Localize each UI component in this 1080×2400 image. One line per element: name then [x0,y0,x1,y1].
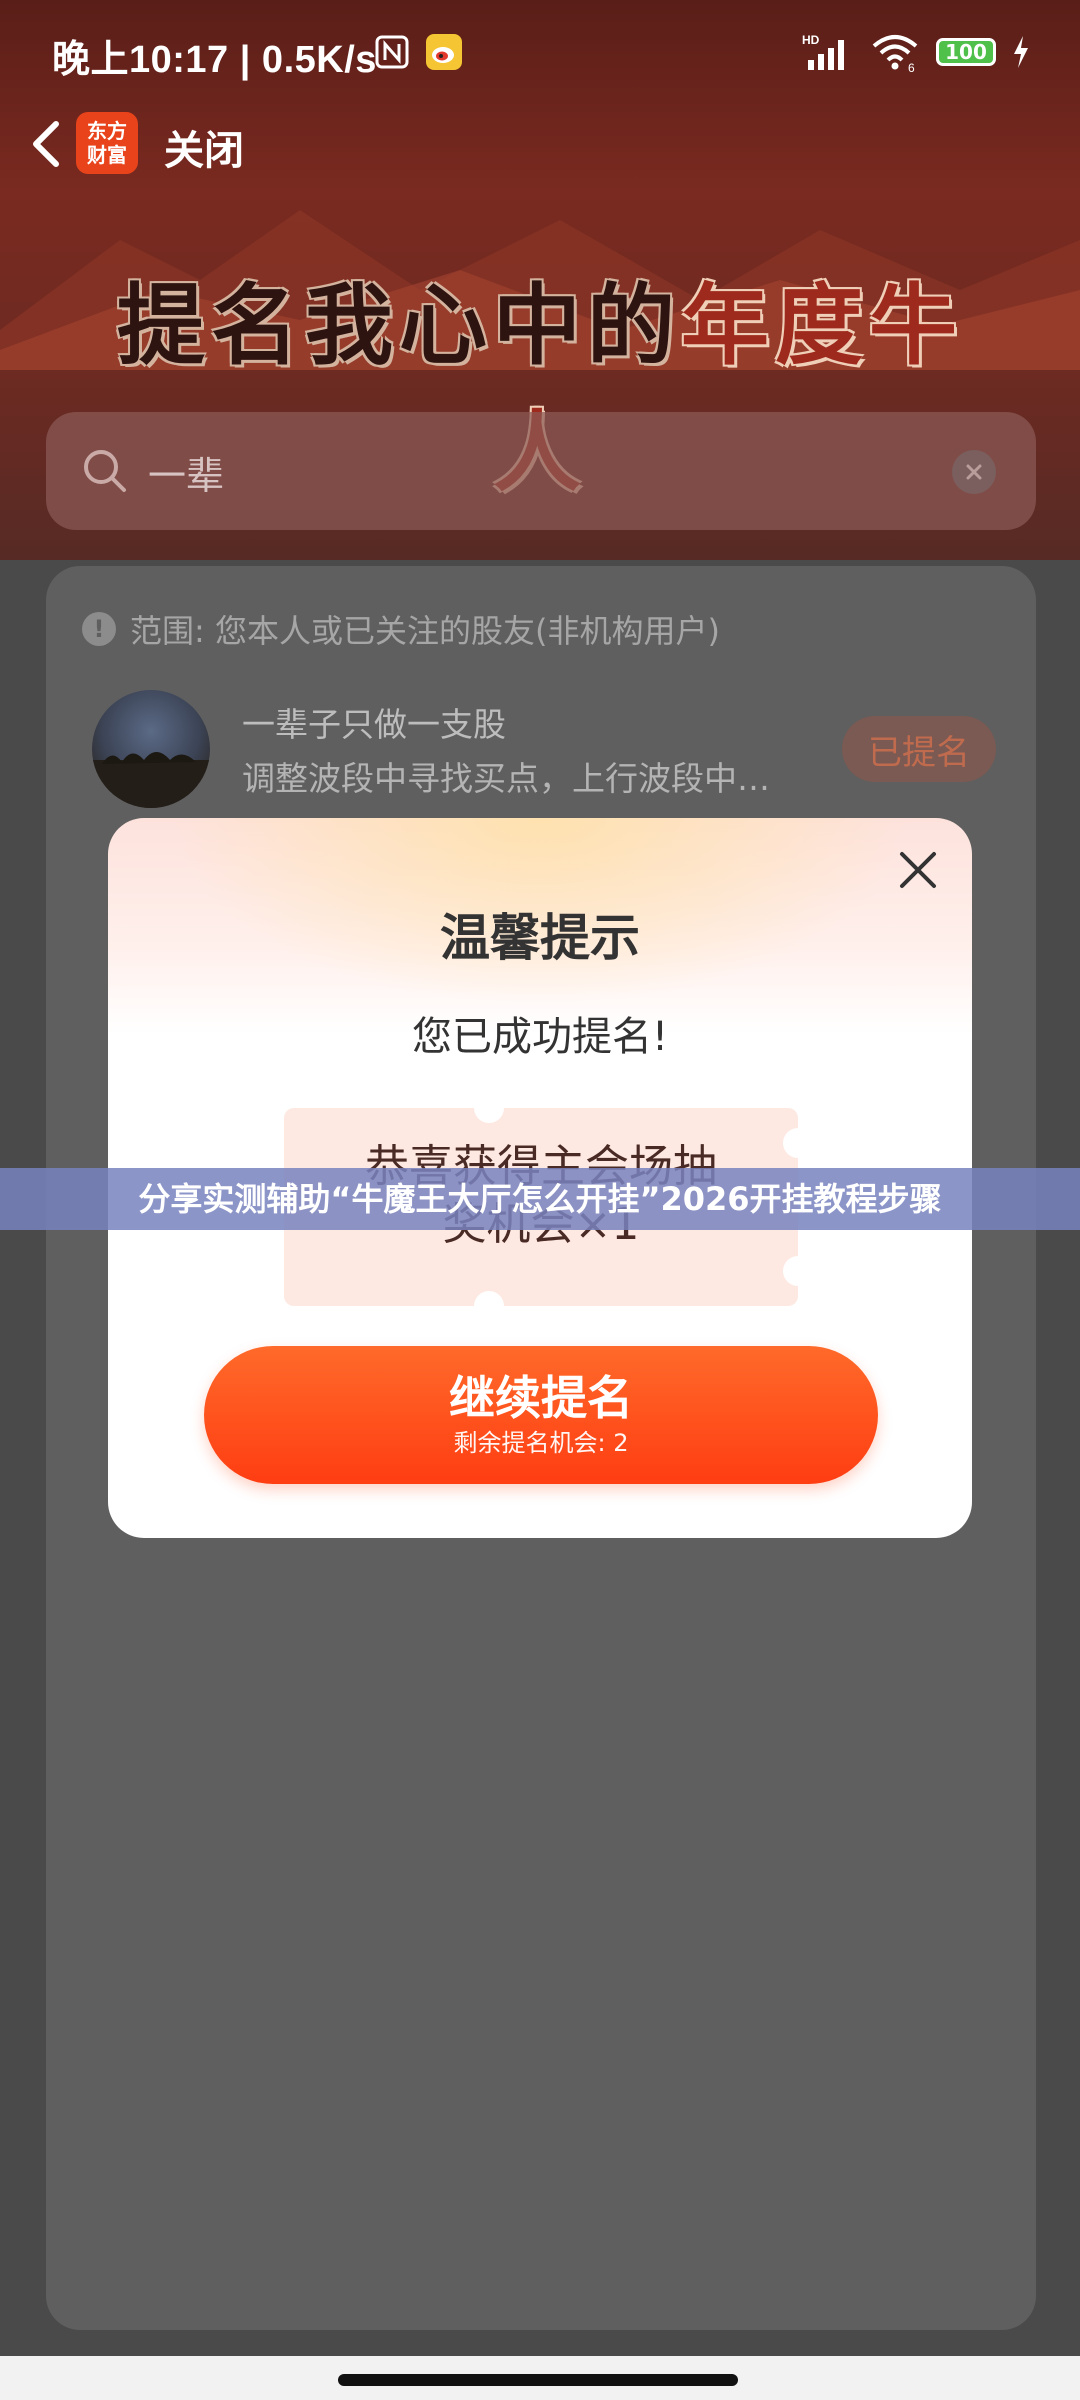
remaining-chances: 剩余提名机会: 2 [453,1429,629,1457]
charging-icon [1014,36,1028,68]
result-name: 一辈子只做一支股 [242,705,506,744]
home-indicator[interactable] [338,2374,738,2386]
app-logo: 东方 财富 [76,112,138,174]
result-row[interactable]: 一辈子只做一支股 调整波段中寻找买点，上行波段中… 已提名 [46,678,1036,808]
result-description: 调整波段中寻找买点，上行波段中… [242,759,770,798]
search-input[interactable] [146,434,930,510]
ticket-notch [474,1093,504,1123]
dialog-message: 您已成功提名! [411,1014,669,1060]
nfc-icon [375,35,409,69]
ticket-notch [474,1291,504,1321]
search-icon [84,450,126,492]
svg-text:6: 6 [908,61,915,72]
continue-nominate-button[interactable]: 继续提名 剩余提名机会: 2 [204,1346,878,1484]
svg-text:HD: HD [802,33,820,47]
overlay-banner: 分享实测辅助“牛魔王大厅怎么开挂”2026开挂教程步骤 [0,1168,1080,1230]
info-icon: ! [82,612,116,646]
dialog-title: 温馨提示 [440,909,640,967]
scope-text: 范围: 您本人或已关注的股友(非机构用户) [130,612,720,650]
status-icons: HD 6 100 [802,30,1030,74]
close-button[interactable]: 关闭 [164,118,244,176]
back-arrow-icon[interactable] [22,114,70,174]
cell-signal-icon: HD [802,33,844,70]
avatar [92,690,210,808]
continue-button-label: 继续提名 [449,1371,633,1425]
app-logo-line1: 东方 [87,119,127,143]
status-bar: 晚上10:17 | 0.5K/s HD 6 100 [0,0,1080,100]
status-time: 晚上10:17 | 0.5K/s [52,39,377,81]
app-logo-line2: 财富 [87,143,127,167]
weibo-icon [426,34,462,70]
ticket-notch [783,1256,813,1286]
search-bar [46,412,1036,530]
nav-bar: 东方 财富 关闭 [0,100,1080,190]
banner-title-part1: 提名我心中的 [116,273,681,377]
battery-indicator: 100 [936,38,996,66]
close-icon[interactable] [894,846,942,894]
scope-notice: ! 范围: 您本人或已关注的股友(非机构用户) [82,606,720,652]
clear-search-icon[interactable] [952,450,996,494]
wifi-icon: 6 [872,35,918,72]
nominated-button[interactable]: 已提名 [842,716,996,782]
